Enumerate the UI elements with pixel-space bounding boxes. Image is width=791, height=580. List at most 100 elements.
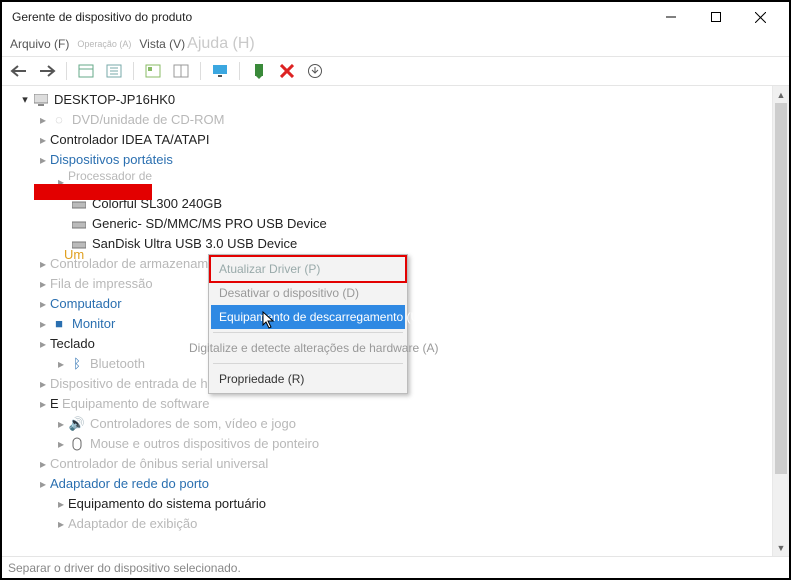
ctx-uninstall-device[interactable]: Equipamento de descarregamento (U) xyxy=(211,305,405,329)
tree-item-portequip[interactable]: Equipamento do sistema portuário xyxy=(8,494,772,514)
menu-view[interactable]: Vista (V) xyxy=(139,37,185,51)
chevron-right-icon[interactable] xyxy=(54,354,68,375)
chevron-right-icon[interactable] xyxy=(54,494,68,515)
toolbar-icon-1[interactable] xyxy=(75,60,97,82)
window-controls xyxy=(648,3,783,31)
tree-label: Fila de impressão xyxy=(50,274,153,294)
ctx-label: Atualizar Driver (P) xyxy=(219,262,320,276)
forward-button[interactable] xyxy=(36,60,58,82)
tree-label: Adaptador de rede do porto xyxy=(50,474,209,494)
tree-item-portable[interactable]: Dispositivos portáteis xyxy=(8,150,772,170)
chevron-right-icon[interactable] xyxy=(36,150,50,171)
tree-item-disk-1[interactable]: Generic- SD/MMC/MS PRO USB Device xyxy=(8,214,772,234)
tree-label: Equipamento do sistema portuário xyxy=(68,494,266,514)
enable-device-icon[interactable] xyxy=(248,60,270,82)
chevron-right-icon[interactable] xyxy=(36,294,50,315)
chevron-right-icon[interactable] xyxy=(36,394,50,415)
chevron-right-icon[interactable] xyxy=(36,314,50,335)
context-menu: Atualizar Driver (P) Desativar o disposi… xyxy=(208,254,408,394)
tree-item-usb[interactable]: Controlador de ônibus serial universal xyxy=(8,454,772,474)
chevron-right-icon[interactable] xyxy=(54,414,68,435)
chevron-right-icon[interactable] xyxy=(54,434,68,455)
menu-operation-ghost: Operação (A) xyxy=(77,39,131,49)
toolbar-separator xyxy=(66,62,67,80)
mouse-icon xyxy=(68,436,86,452)
chevron-right-icon[interactable] xyxy=(36,274,50,295)
chevron-right-icon[interactable] xyxy=(54,514,68,535)
window-title: Gerente de dispositivo do produto xyxy=(8,10,648,24)
status-text: Separar o driver do dispositivo selecion… xyxy=(8,561,241,575)
toolbar-separator xyxy=(133,62,134,80)
device-manager-window: Gerente de dispositivo do produto Arquiv… xyxy=(0,0,791,580)
update-driver-icon[interactable] xyxy=(304,60,326,82)
tree-label: Controladores de som, vídeo e jogo xyxy=(90,414,296,434)
tree-root[interactable]: DESKTOP-JP16HK0 xyxy=(8,90,772,110)
disable-device-icon[interactable] xyxy=(276,60,298,82)
ctx-separator xyxy=(213,363,403,364)
ctx-disable-device[interactable]: Desativar o dispositivo (D) xyxy=(211,281,405,305)
monitor-icon: ■ xyxy=(50,316,68,332)
tree-label: DVD/unidade de CD-ROM xyxy=(72,110,224,130)
scroll-track[interactable] xyxy=(773,103,789,539)
menu-help-ghost: Ajuda (H) xyxy=(187,35,255,53)
ctx-label: Propriedade (R) xyxy=(219,372,304,386)
chevron-right-icon[interactable] xyxy=(36,110,50,131)
statusbar: Separar o driver do dispositivo selecion… xyxy=(2,556,789,578)
tree-item-dvd[interactable]: ◌ DVD/unidade de CD-ROM xyxy=(8,110,772,130)
tree-label: Controlador IDEA TA/ATAPI xyxy=(50,130,209,150)
tree-item-e[interactable]: E Equipamento de software xyxy=(8,394,772,414)
scroll-thumb[interactable] xyxy=(775,103,787,474)
content-area: DESKTOP-JP16HK0 ◌ DVD/unidade de CD-ROM … xyxy=(2,86,789,556)
toolbar-icon-3[interactable] xyxy=(142,60,164,82)
minimize-button[interactable] xyxy=(648,3,693,31)
toolbar-separator xyxy=(239,62,240,80)
tree-item-netadapter[interactable]: Adaptador de rede do porto xyxy=(8,474,772,494)
ctx-label: Equipamento de descarregamento (U) xyxy=(219,310,423,324)
toolbar-icon-4[interactable] xyxy=(170,60,192,82)
chevron-right-icon[interactable] xyxy=(36,454,50,475)
scroll-down-button[interactable]: ▼ xyxy=(773,539,789,556)
close-button[interactable] xyxy=(738,3,783,31)
disc-icon: ◌ xyxy=(50,112,68,128)
highlighted-disk-category xyxy=(34,184,152,200)
tree-item-mouse[interactable]: Mouse e outros dispositivos de ponteiro xyxy=(8,434,772,454)
tree-item-disk-2[interactable]: Um SanDisk Ultra USB 3.0 USB Device xyxy=(8,234,772,254)
toolbar xyxy=(2,56,789,86)
chevron-right-icon[interactable] xyxy=(36,334,50,355)
sel-ghost: Um xyxy=(64,245,84,265)
toolbar-icon-2[interactable] xyxy=(103,60,125,82)
tree-label: Controlador de ônibus serial universal xyxy=(50,454,268,474)
ctx-label: Desativar o dispositivo (D) xyxy=(219,286,359,300)
tree-label: Generic- SD/MMC/MS PRO USB Device xyxy=(92,214,327,234)
chevron-down-icon[interactable] xyxy=(18,90,32,110)
chevron-right-icon[interactable] xyxy=(36,374,50,395)
tree-label: SanDisk Ultra USB 3.0 USB Device xyxy=(92,234,297,254)
chevron-right-icon[interactable] xyxy=(36,254,50,275)
back-button[interactable] xyxy=(8,60,30,82)
menu-file[interactable]: Arquivo (F) xyxy=(10,37,69,51)
tree-label: Monitor xyxy=(72,314,115,334)
computer-icon xyxy=(32,92,50,108)
bluetooth-icon: ᛒ xyxy=(68,356,86,372)
tree-label-ghost: Equipamento de software xyxy=(62,394,209,414)
titlebar: Gerente de dispositivo do produto xyxy=(2,2,789,32)
tree-label: E xyxy=(50,394,62,414)
menubar: Arquivo (F) Operação (A) Vista (V) Ajuda… xyxy=(2,32,789,56)
device-tree[interactable]: DESKTOP-JP16HK0 ◌ DVD/unidade de CD-ROM … xyxy=(2,86,772,556)
tree-item-display[interactable]: Adaptador de exibição xyxy=(8,514,772,534)
chevron-right-icon[interactable] xyxy=(36,474,50,495)
tree-label: DESKTOP-JP16HK0 xyxy=(54,90,175,110)
drive-icon xyxy=(70,216,88,232)
sound-icon: 🔊 xyxy=(68,416,86,432)
toolbar-separator xyxy=(200,62,201,80)
ctx-update-driver[interactable]: Atualizar Driver (P) xyxy=(211,257,405,281)
tree-item-sound[interactable]: 🔊 Controladores de som, vídeo e jogo xyxy=(8,414,772,434)
chevron-right-icon[interactable] xyxy=(36,130,50,151)
scroll-up-button[interactable]: ▲ xyxy=(773,86,789,103)
ctx-properties[interactable]: Propriedade (R) xyxy=(211,367,405,391)
maximize-button[interactable] xyxy=(693,3,738,31)
monitor-icon[interactable] xyxy=(209,60,231,82)
ctx-scan-hardware[interactable]: Digitalize e detecte alterações de hardw… xyxy=(181,336,405,360)
tree-item-ide[interactable]: Controlador IDEA TA/ATAPI xyxy=(8,130,772,150)
vertical-scrollbar[interactable]: ▲ ▼ xyxy=(772,86,789,556)
